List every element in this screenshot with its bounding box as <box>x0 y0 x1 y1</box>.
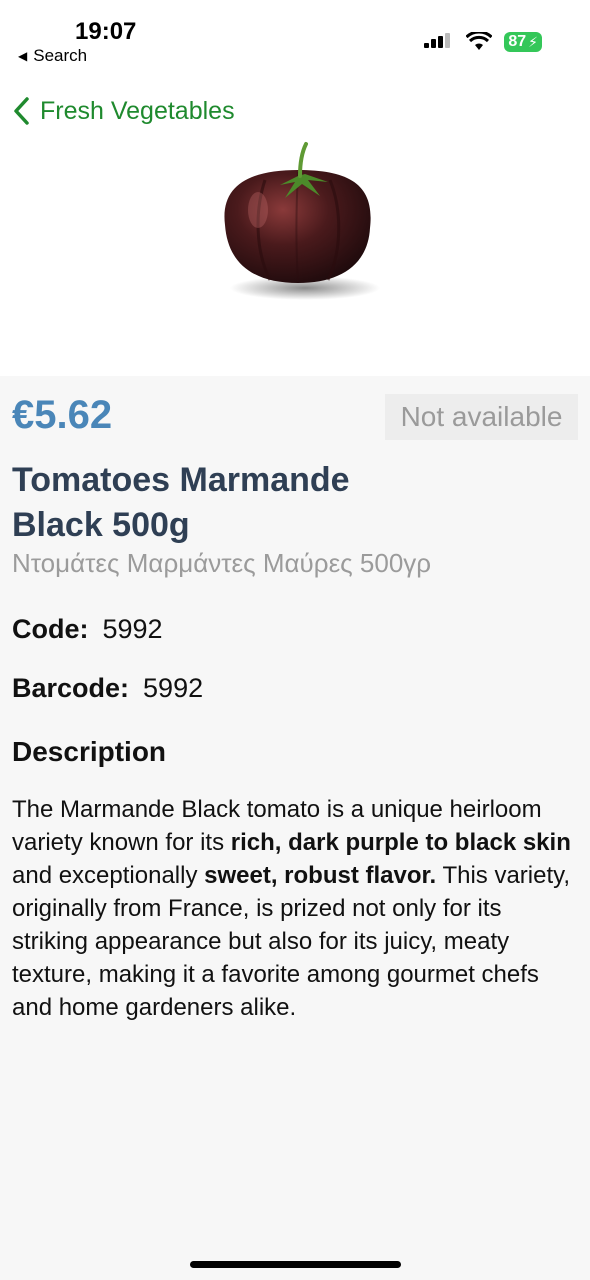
battery-level: 87 <box>508 33 527 50</box>
barcode-value: 5992 <box>143 673 204 703</box>
product-price: €5.62 <box>12 393 113 437</box>
code-value: 5992 <box>102 614 163 644</box>
barcode-label: Barcode: <box>12 673 130 703</box>
status-time: 19:07 <box>75 18 137 45</box>
description-bold-2: sweet, robust flavor. <box>204 862 437 889</box>
product-subtitle: Ντομάτες Μαρμάντες Μαύρες 500γρ <box>12 548 432 578</box>
back-triangle-icon: ◀ <box>18 49 28 63</box>
code-row: Code: 5992 <box>12 614 163 645</box>
availability-badge: Not available <box>385 394 578 440</box>
wifi-icon <box>466 32 493 50</box>
signal-icon <box>424 33 451 48</box>
description-text: The Marmande Black tomato is a unique he… <box>12 793 582 1024</box>
description-bold-1: rich, dark purple to black skin <box>230 829 571 856</box>
back-to-app-link[interactable]: ◀ Search <box>18 46 87 66</box>
product-image <box>224 142 380 300</box>
back-button-label: Fresh Vegetables <box>40 96 235 125</box>
header-area: 19:07 ◀ Search 87 ⚡ Fresh Vegetables <box>0 0 590 376</box>
code-label: Code: <box>12 614 89 644</box>
back-button[interactable]: Fresh Vegetables <box>12 96 235 126</box>
home-indicator[interactable] <box>190 1261 401 1268</box>
back-to-app-label: Search <box>33 46 88 65</box>
description-heading: Description <box>12 736 167 767</box>
chevron-left-icon <box>14 97 29 125</box>
battery-icon: 87 ⚡ <box>504 32 542 52</box>
status-icons: 87 ⚡ <box>424 32 542 52</box>
product-title: Tomatoes Marmande Black 500g <box>12 461 350 544</box>
description-part-2: and exceptionally <box>12 862 205 889</box>
barcode-row: Barcode: 5992 <box>12 673 203 704</box>
